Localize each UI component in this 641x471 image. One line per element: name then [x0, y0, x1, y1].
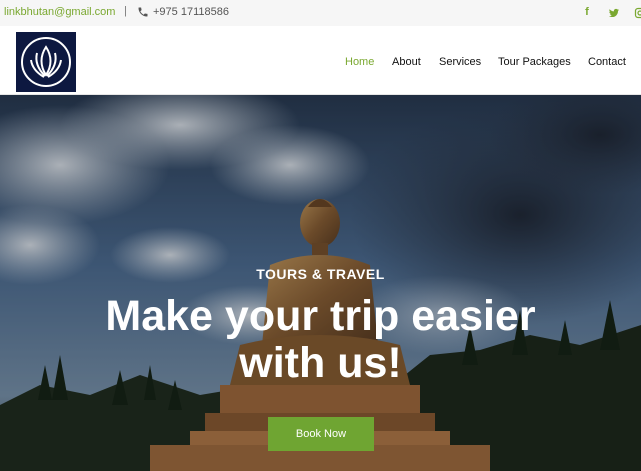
nav-services[interactable]: Services — [439, 56, 481, 68]
hero-headline: Make your trip easier with us! — [60, 293, 581, 387]
hero-banner: TOURS & TRAVEL Make your trip easier wit… — [0, 95, 641, 471]
phone-icon — [138, 7, 148, 17]
nav-tour-packages[interactable]: Tour Packages — [498, 56, 571, 68]
hero-headline-line2: with us! — [239, 339, 402, 387]
nav-home[interactable]: Home — [345, 56, 374, 68]
divider: | — [124, 5, 127, 17]
main-nav: Home About Services Tour Packages Contac… — [0, 26, 641, 95]
instagram-icon[interactable] — [634, 7, 641, 19]
facebook-icon[interactable]: f — [581, 6, 593, 18]
site-header: Home About Services Tour Packages Contac… — [0, 26, 641, 95]
hero-headline-line1: Make your trip easier — [105, 292, 536, 340]
nav-about[interactable]: About — [392, 56, 421, 68]
twitter-icon[interactable] — [608, 7, 620, 19]
book-now-button[interactable]: Book Now — [268, 417, 374, 451]
top-contact-bar: linkbhutan@gmail.com | +975 17118586 f — [0, 0, 641, 26]
phone-number[interactable]: +975 17118586 — [153, 6, 229, 18]
hero-eyebrow: TOURS & TRAVEL — [256, 266, 385, 282]
hero-overlay — [0, 95, 641, 471]
email-link[interactable]: linkbhutan@gmail.com — [4, 6, 115, 18]
nav-contact[interactable]: Contact — [588, 56, 626, 68]
